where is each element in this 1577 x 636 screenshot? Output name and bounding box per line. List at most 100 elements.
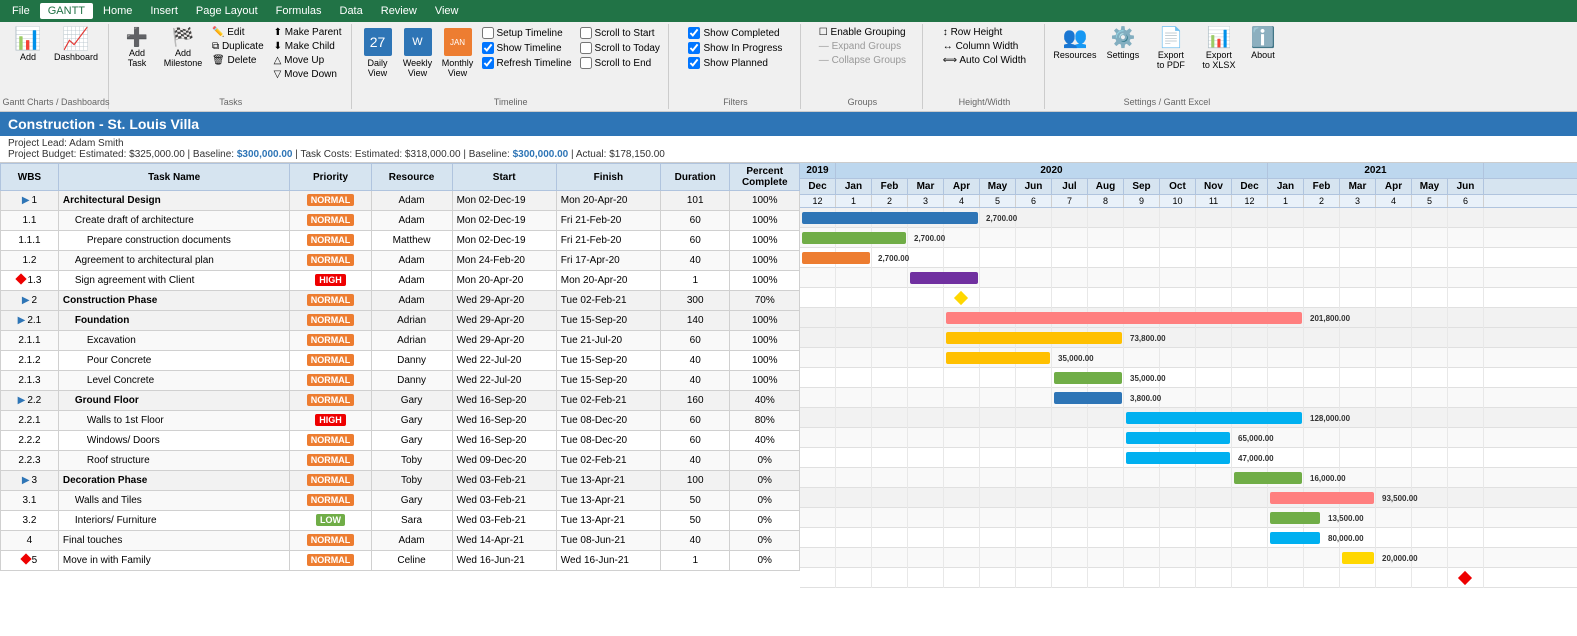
cell-percent: 100% [730, 191, 800, 211]
gantt-cell [1448, 328, 1484, 348]
scroll-end-check[interactable]: Scroll to End [578, 56, 662, 70]
cell-wbs: 1.1.1 [1, 231, 59, 251]
show-planned-check[interactable]: Show Planned [686, 56, 784, 70]
export-pdf-button[interactable]: 📄 Exportto PDF [1149, 26, 1193, 72]
menu-formulas[interactable]: Formulas [268, 3, 330, 19]
collapse-groups-button[interactable]: — Collapse Groups [816, 54, 909, 67]
cell-task: Foundation [58, 311, 290, 331]
make-parent-button[interactable]: ⬆ Make Parent [271, 26, 345, 39]
gantt-cell [1160, 528, 1196, 548]
task-table: WBS Task Name Priority Resource Start Fi… [0, 163, 800, 636]
gantt-cell [1196, 268, 1232, 288]
add-gantt-button[interactable]: 📊 Add [10, 26, 46, 64]
cell-finish: Tue 21-Jul-20 [556, 331, 660, 351]
gantt-cell [908, 368, 944, 388]
menu-review[interactable]: Review [373, 3, 425, 19]
cell-start: Mon 02-Dec-19 [452, 191, 556, 211]
gantt-cell [944, 388, 980, 408]
gantt-bar-label: 13,500.00 [1328, 514, 1364, 523]
enable-grouping-button[interactable]: ☐ Enable Grouping [816, 26, 909, 39]
gantt-cell [1016, 488, 1052, 508]
show-inprogress-check[interactable]: Show In Progress [686, 41, 784, 55]
menu-bar: File GANTT Home Insert Page Layout Formu… [0, 0, 1577, 22]
cell-wbs: 5 [1, 551, 59, 571]
gantt-cell [944, 468, 980, 488]
move-down-button[interactable]: ▽ Move Down [271, 68, 345, 81]
menu-data[interactable]: Data [332, 3, 371, 19]
gantt-cell [1412, 288, 1448, 308]
gantt-cell [1088, 448, 1124, 468]
gantt-row: 128,000.00 [800, 408, 1577, 428]
cell-priority: NORMAL [290, 451, 371, 471]
col-width-button[interactable]: ↔ Column Width [940, 40, 1029, 53]
menu-home[interactable]: Home [95, 3, 140, 19]
export-pdf-icon: 📄 [1158, 28, 1183, 48]
add-task-button[interactable]: ➕ AddTask [117, 26, 157, 70]
cell-finish: Tue 13-Apr-21 [556, 511, 660, 531]
gantt-cell [1196, 568, 1232, 588]
resources-icon: 👥 [1062, 28, 1087, 48]
edit-button[interactable]: ✏️ Edit [209, 26, 267, 39]
gantt-cell [1340, 368, 1376, 388]
gantt-cell [1196, 288, 1232, 308]
gantt-cell [908, 288, 944, 308]
gantt-cell [908, 248, 944, 268]
make-child-button[interactable]: ⬇ Make Child [271, 40, 345, 53]
cell-percent: 40% [730, 391, 800, 411]
gantt-cell [1052, 468, 1088, 488]
refresh-timeline-check[interactable]: Refresh Timeline [480, 56, 574, 70]
add-milestone-button[interactable]: 🏁 AddMilestone [161, 26, 205, 70]
show-completed-check[interactable]: Show Completed [686, 26, 784, 40]
gantt-cell [980, 268, 1016, 288]
th-start: Start [452, 164, 556, 191]
cell-wbs: ▶3 [1, 471, 59, 491]
menu-file[interactable]: File [4, 3, 38, 19]
move-up-button[interactable]: △ Move Up [271, 54, 345, 67]
expand-groups-button[interactable]: — Expand Groups [816, 40, 909, 53]
menu-insert[interactable]: Insert [142, 3, 186, 19]
menu-pagelayout[interactable]: Page Layout [188, 3, 266, 19]
gantt-cell [1232, 288, 1268, 308]
gantt-cell [800, 328, 836, 348]
cell-task: Decoration Phase [58, 471, 290, 491]
gantt-cell [980, 248, 1016, 268]
cell-duration: 100 [660, 471, 729, 491]
gantt-bar-label: 73,800.00 [1130, 334, 1166, 343]
gantt-cell [1088, 408, 1124, 428]
weekly-view-button[interactable]: W WeeklyView [400, 26, 436, 80]
table-row: ▶2.1FoundationNORMALAdrianWed 29-Apr-20T… [1, 311, 800, 331]
row-height-button[interactable]: ↕ Row Height [940, 26, 1029, 39]
gantt-cell [908, 408, 944, 428]
dashboard-button[interactable]: 📈 Dashboard [50, 26, 102, 64]
cell-priority: NORMAL [290, 251, 371, 271]
cell-duration: 1 [660, 551, 729, 571]
gantt-cell [980, 468, 1016, 488]
cell-finish: Tue 02-Feb-21 [556, 391, 660, 411]
cell-duration: 101 [660, 191, 729, 211]
gantt-cell [908, 308, 944, 328]
scroll-today-check[interactable]: Scroll to Today [578, 41, 662, 55]
menu-view[interactable]: View [427, 3, 467, 19]
menu-gantt[interactable]: GANTT [40, 3, 93, 19]
scroll-start-check[interactable]: Scroll to Start [578, 26, 662, 40]
gantt-cell [836, 448, 872, 468]
gantt-cell [872, 488, 908, 508]
gantt-cell [944, 408, 980, 428]
gantt-cell [1088, 488, 1124, 508]
setup-timeline-check[interactable]: Setup Timeline [480, 26, 574, 40]
about-button[interactable]: ℹ️ About [1245, 26, 1281, 62]
gantt-cell [1376, 448, 1412, 468]
daily-view-button[interactable]: 27 DailyView [360, 26, 396, 80]
export-xlsx-button[interactable]: 📊 Exportto XLSX [1197, 26, 1241, 72]
gantt-cell [1052, 228, 1088, 248]
table-row: ▶3Decoration PhaseNORMALTobyWed 03-Feb-2… [1, 471, 800, 491]
show-timeline-check[interactable]: Show Timeline [480, 41, 574, 55]
delete-button[interactable]: 🗑 Delete [209, 54, 267, 67]
duplicate-button[interactable]: ⧉ Duplicate [209, 40, 267, 53]
resources-button[interactable]: 👥 Resources [1053, 26, 1097, 62]
settings-button[interactable]: ⚙️ Settings [1101, 26, 1145, 62]
monthly-view-icon: JAN [444, 28, 472, 56]
monthly-view-button[interactable]: JAN MonthlyView [440, 26, 476, 80]
gantt-year-header: 201920202021 [800, 163, 1577, 179]
auto-col-width-button[interactable]: ⟺ Auto Col Width [940, 54, 1029, 67]
